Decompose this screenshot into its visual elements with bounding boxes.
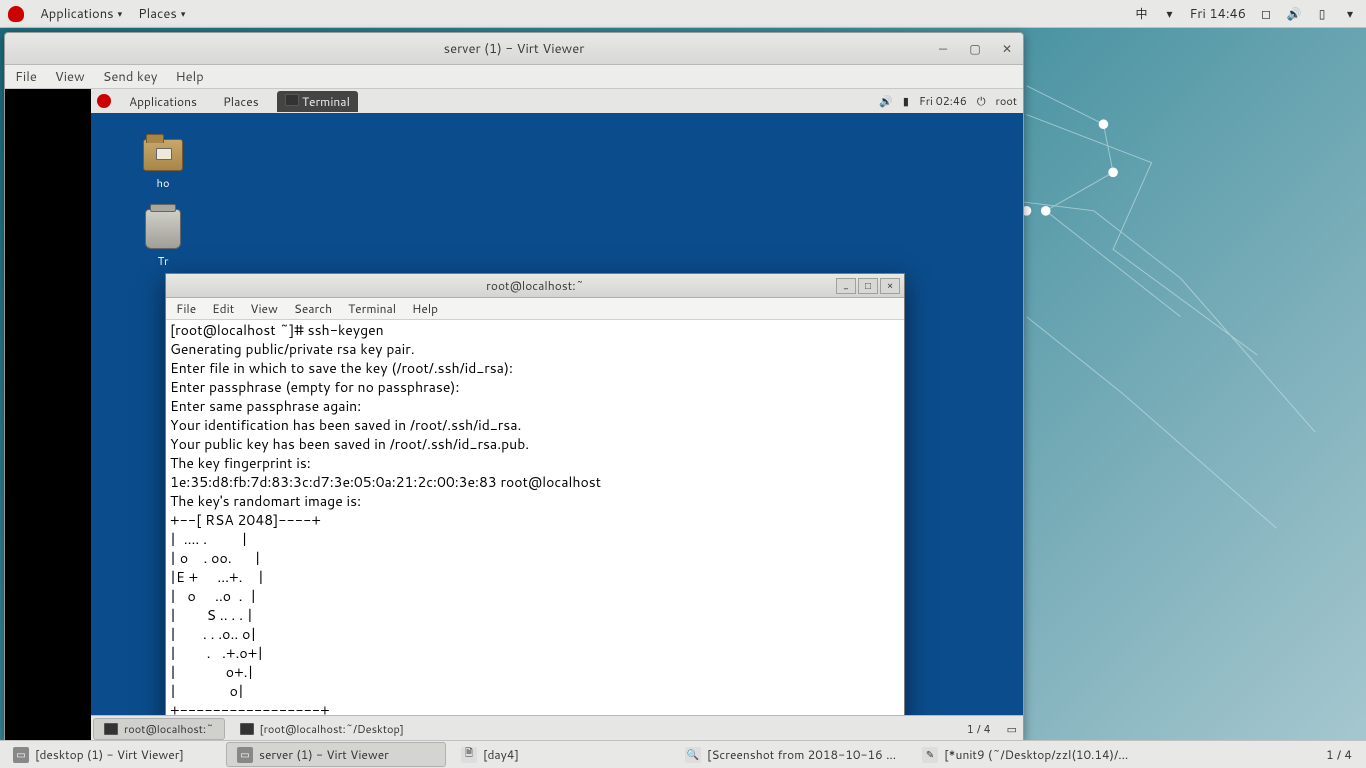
host-task-day4[interactable]: 🗎 [day4] <box>450 742 670 767</box>
guest-clock[interactable]: Fri 02:46 <box>919 93 967 109</box>
terminal-body[interactable]: [root@localhost ~]# ssh-keygen Generatin… <box>166 320 904 740</box>
guest-redhat-icon <box>97 94 111 108</box>
host-clock[interactable]: Fri 14:46 <box>1189 5 1246 23</box>
host-task-gedit[interactable]: ✎ [*unit9 (~/Desktop/zzl(10.14)/... <box>911 742 1139 767</box>
guest-workspace-indicator[interactable]: 1 / 4 <box>957 721 1001 737</box>
host-task-screenshot[interactable]: 🔍 [Screenshot from 2018-10-16 ... <box>674 742 907 767</box>
guest-topbar: Applications Places Terminal 🔊 ▮ Fri 02:… <box>91 89 1023 113</box>
guest-power-icon[interactable]: ⏻ <box>977 93 986 109</box>
terminal-title: root@localhost:~ <box>486 277 584 294</box>
terminal-menu-terminal[interactable]: Terminal <box>348 300 396 317</box>
host-task-server-vm[interactable]: ▭ server (1) - Virt Viewer <box>226 742 446 767</box>
terminal-window: root@localhost:~ _ □ × File Edit View Se… <box>165 273 905 741</box>
host-topbar: Applications Places 中 ▾ Fri 14:46 ◻ 🔊 ▯ … <box>0 0 1366 28</box>
guest-home-folder-icon[interactable]: ho <box>135 139 191 191</box>
host-task-label-2: [day4] <box>483 746 519 763</box>
guest-task-terminal-1[interactable]: root@localhost:~ <box>93 718 225 740</box>
guest-trash-label: Tr <box>135 253 191 269</box>
terminal-output: [root@localhost ~]# ssh-keygen Generatin… <box>170 320 601 740</box>
terminal-minimize-button[interactable]: _ <box>836 278 856 294</box>
terminal-menu-help[interactable]: Help <box>412 300 438 317</box>
host-task-label-1: server (1) - Virt Viewer <box>259 746 389 763</box>
terminal-icon <box>240 723 254 735</box>
terminal-maximize-button[interactable]: □ <box>858 278 878 294</box>
guest-volume-icon[interactable]: 🔊 <box>879 93 893 109</box>
ime-chevron-icon[interactable]: ▾ <box>1161 6 1177 22</box>
guest-user-label[interactable]: root <box>996 93 1017 109</box>
terminal-menu-file[interactable]: File <box>176 300 196 317</box>
guest-taskbar: root@localhost:~ [root@localhost:~/Deskt… <box>91 715 1023 741</box>
image-icon: 🔍 <box>685 747 701 763</box>
host-task-label-0: [desktop (1) - Virt Viewer] <box>35 746 184 763</box>
virt-close-button[interactable]: ✕ <box>999 41 1015 57</box>
terminal-menu-edit[interactable]: Edit <box>212 300 234 317</box>
host-task-label-4: [*unit9 (~/Desktop/zzl(10.14)/... <box>944 746 1128 763</box>
monitor-icon: ▭ <box>13 747 29 763</box>
guest-menu-places[interactable]: Places <box>215 91 267 112</box>
guest-home-label: ho <box>135 175 191 191</box>
virt-viewer-window: server (1) - Virt Viewer — ▢ ✕ File View… <box>4 32 1024 742</box>
power-chevron-icon[interactable]: ▾ <box>1342 6 1358 22</box>
battery-icon[interactable]: ▯ <box>1314 6 1330 22</box>
terminal-titlebar[interactable]: root@localhost:~ _ □ × <box>166 274 904 298</box>
terminal-icon <box>104 723 118 735</box>
guest-active-app-label: Terminal <box>302 93 350 110</box>
guest-active-app-tab[interactable]: Terminal <box>277 91 358 112</box>
terminal-menubar: File Edit View Search Terminal Help <box>166 298 904 320</box>
guest-task-terminal-2[interactable]: [root@localhost:~/Desktop] <box>229 718 415 740</box>
host-menu-places[interactable]: Places <box>138 5 185 23</box>
virt-titlebar[interactable]: server (1) - Virt Viewer — ▢ ✕ <box>5 33 1023 65</box>
host-task-label-3: [Screenshot from 2018-10-16 ... <box>707 746 896 763</box>
ime-indicator[interactable]: 中 <box>1133 6 1149 22</box>
host-task-desktop-vm[interactable]: ▭ [desktop (1) - Virt Viewer] <box>2 742 222 767</box>
virt-menu-file[interactable]: File <box>15 68 37 86</box>
guest-battery-icon[interactable]: ▮ <box>903 93 909 109</box>
virt-title: server (1) - Virt Viewer <box>444 40 585 58</box>
virt-menu-help[interactable]: Help <box>175 68 203 86</box>
virt-menubar: File View Send key Help <box>5 65 1023 89</box>
volume-icon[interactable]: 🔊 <box>1286 6 1302 22</box>
document-icon: 🗎 <box>461 747 477 763</box>
guest-task-label-0: root@localhost:~ <box>124 721 214 737</box>
guest-menu-applications[interactable]: Applications <box>121 91 205 112</box>
virt-menu-view[interactable]: View <box>55 68 85 86</box>
guest-trash-icon[interactable]: Tr <box>135 209 191 269</box>
monitor-icon: ▭ <box>237 747 253 763</box>
terminal-icon <box>285 94 299 106</box>
editor-icon: ✎ <box>922 747 938 763</box>
host-workspace-indicator[interactable]: 1 / 4 <box>1312 746 1366 763</box>
guest-task-label-1: [root@localhost:~/Desktop] <box>260 721 404 737</box>
terminal-menu-view[interactable]: View <box>250 300 278 317</box>
terminal-menu-search[interactable]: Search <box>294 300 332 317</box>
redhat-icon <box>8 6 24 22</box>
virt-maximize-button[interactable]: ▢ <box>967 41 983 57</box>
host-taskbar: ▭ [desktop (1) - Virt Viewer] ▭ server (… <box>0 740 1366 768</box>
guest-show-desktop-icon[interactable]: ▭ <box>1001 721 1023 737</box>
virt-minimize-button[interactable]: — <box>935 41 951 57</box>
vm-screen[interactable]: Applications Places Terminal 🔊 ▮ Fri 02:… <box>5 89 1023 741</box>
virt-menu-sendkey[interactable]: Send key <box>103 68 158 86</box>
terminal-close-button[interactable]: × <box>880 278 900 294</box>
host-menu-applications[interactable]: Applications <box>40 5 122 23</box>
screen-icon[interactable]: ◻ <box>1258 6 1274 22</box>
